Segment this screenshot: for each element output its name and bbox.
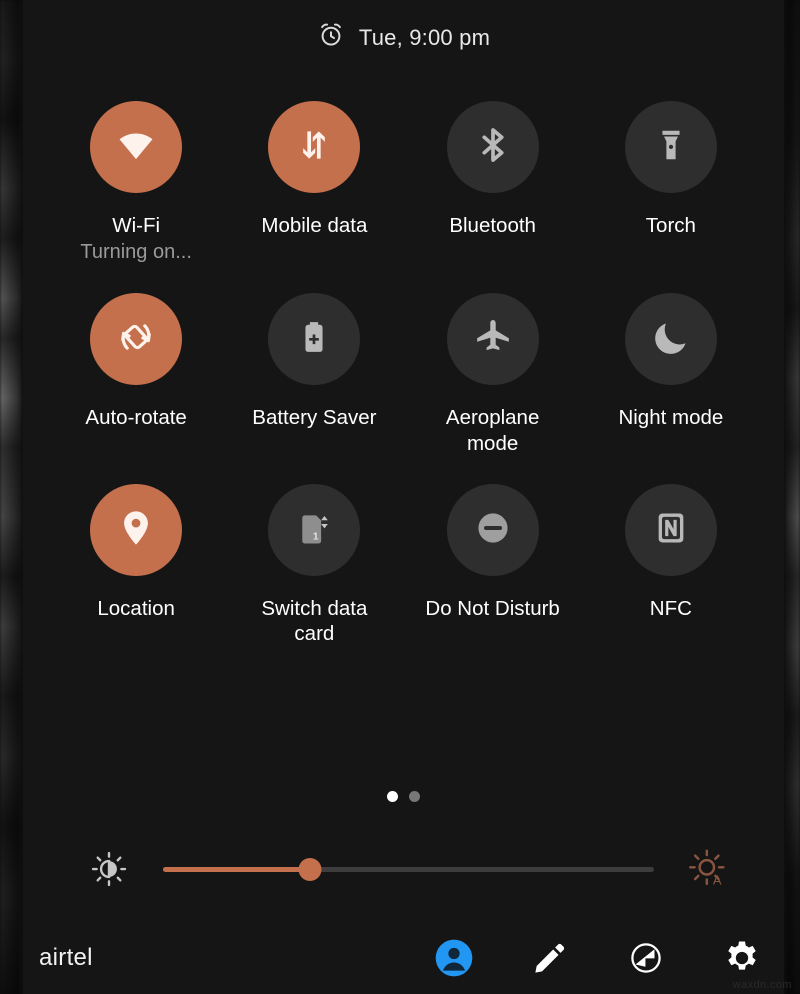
quick-settings-tile-grid: Wi-Fi Turning on... Mobile data Bluetoot… bbox=[47, 101, 760, 647]
tile-wifi-circle[interactable] bbox=[90, 101, 183, 193]
svg-text:A: A bbox=[713, 872, 722, 887]
flashlight-icon bbox=[652, 126, 690, 169]
svg-text:1: 1 bbox=[313, 531, 319, 542]
tile-switch-data-card[interactable]: 1 Switch data card bbox=[225, 484, 403, 647]
mobile-data-icon bbox=[293, 124, 335, 171]
tile-night-mode[interactable]: Night mode bbox=[582, 293, 760, 456]
tile-do-not-disturb-label: Do Not Disturb bbox=[425, 597, 560, 621]
brightness-low-icon bbox=[77, 850, 141, 888]
auto-rotate-icon bbox=[113, 314, 159, 365]
airplane-icon bbox=[472, 316, 514, 363]
tile-location[interactable]: Location bbox=[47, 484, 225, 647]
do-not-disturb-icon bbox=[474, 509, 512, 552]
tile-wifi[interactable]: Wi-Fi Turning on... bbox=[47, 101, 225, 265]
tile-nfc-label: NFC bbox=[649, 597, 692, 621]
tile-bluetooth[interactable]: Bluetooth bbox=[404, 101, 582, 265]
quick-settings-screen: Tue, 9:00 pm Wi-Fi Turning on... Mobile … bbox=[0, 0, 800, 994]
nfc-icon bbox=[651, 508, 691, 553]
brightness-slider-fill bbox=[163, 866, 311, 872]
tile-mobile-data-circle[interactable] bbox=[268, 101, 361, 193]
page-dot-2[interactable] bbox=[409, 791, 420, 802]
bluetooth-icon bbox=[472, 124, 514, 171]
tile-nfc-circle[interactable] bbox=[624, 484, 717, 577]
tile-night-mode-circle[interactable] bbox=[624, 293, 717, 386]
tile-do-not-disturb-circle[interactable] bbox=[446, 484, 539, 577]
tile-wifi-sublabel: Turning on... bbox=[80, 241, 192, 264]
tile-mobile-data-label: Mobile data bbox=[261, 214, 368, 237]
edit-pencil-icon[interactable] bbox=[530, 938, 570, 978]
tile-location-circle[interactable] bbox=[90, 484, 183, 577]
brightness-slider[interactable] bbox=[163, 852, 654, 886]
tile-torch-label: Torch bbox=[645, 214, 696, 237]
tile-torch-circle[interactable] bbox=[624, 101, 717, 193]
page-indicator bbox=[23, 791, 784, 802]
clock-label: Tue, 9:00 pm bbox=[358, 24, 491, 50]
tile-torch[interactable]: Torch bbox=[582, 101, 760, 265]
tile-aeroplane-mode[interactable]: Aeroplane mode bbox=[404, 293, 582, 456]
tile-night-mode-label: Night mode bbox=[618, 406, 724, 430]
tile-location-label: Location bbox=[97, 597, 175, 621]
status-header: Tue, 9:00 pm bbox=[23, 21, 784, 54]
gear-icon[interactable] bbox=[722, 938, 762, 978]
battery-plus-icon bbox=[295, 318, 333, 361]
wallpaper-edge-left bbox=[0, 0, 23, 994]
brightness-slider-thumb[interactable] bbox=[298, 857, 322, 881]
moon-icon bbox=[650, 316, 692, 363]
alarm-clock-icon bbox=[317, 21, 345, 54]
tile-switch-data-card-label: Switch data card bbox=[261, 597, 368, 646]
tile-battery-saver-label: Battery Saver bbox=[252, 406, 377, 430]
sim-card-switch-icon: 1 bbox=[295, 509, 333, 552]
tile-auto-rotate[interactable]: Auto-rotate bbox=[47, 293, 225, 456]
quick-settings-panel: Tue, 9:00 pm Wi-Fi Turning on... Mobile … bbox=[23, 0, 784, 994]
brightness-auto-icon[interactable]: A bbox=[668, 847, 748, 891]
tile-bluetooth-label: Bluetooth bbox=[449, 214, 536, 237]
power-icon[interactable] bbox=[626, 938, 666, 978]
location-pin-icon bbox=[115, 507, 157, 554]
bottom-action-bar: airtel bbox=[23, 922, 784, 994]
tile-auto-rotate-circle[interactable] bbox=[90, 293, 183, 386]
tile-battery-saver[interactable]: Battery Saver bbox=[225, 293, 403, 456]
brightness-row: A bbox=[23, 845, 784, 893]
tile-battery-saver-circle[interactable] bbox=[268, 293, 361, 386]
watermark: waxdn.com bbox=[732, 979, 792, 991]
tile-aeroplane-mode-label: Aeroplane mode bbox=[445, 406, 540, 455]
tile-nfc[interactable]: NFC bbox=[582, 484, 760, 647]
wallpaper-edge-right bbox=[784, 0, 800, 994]
tile-auto-rotate-label: Auto-rotate bbox=[85, 406, 187, 430]
tile-aeroplane-mode-circle[interactable] bbox=[446, 293, 539, 386]
wifi-icon bbox=[113, 122, 159, 173]
user-avatar-icon[interactable] bbox=[434, 938, 474, 978]
tile-mobile-data[interactable]: Mobile data bbox=[225, 101, 403, 265]
tile-do-not-disturb[interactable]: Do Not Disturb bbox=[404, 484, 582, 647]
tile-wifi-label: Wi-Fi bbox=[112, 214, 161, 237]
page-dot-1[interactable] bbox=[387, 791, 398, 802]
carrier-label: airtel bbox=[39, 944, 93, 971]
bottom-actions bbox=[434, 938, 762, 978]
tile-bluetooth-circle[interactable] bbox=[446, 101, 539, 193]
tile-switch-data-card-circle[interactable]: 1 bbox=[268, 484, 361, 577]
